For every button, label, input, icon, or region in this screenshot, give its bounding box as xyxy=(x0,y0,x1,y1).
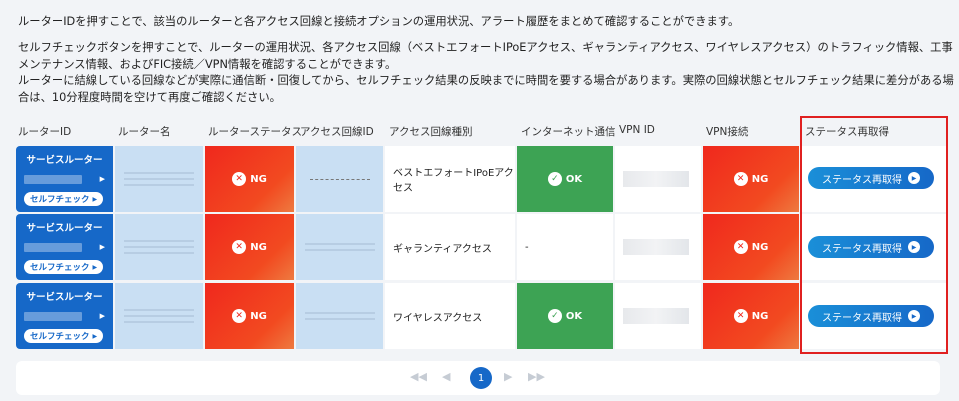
check-icon: ✓ xyxy=(547,172,562,186)
vpn-id-cell xyxy=(615,283,701,349)
access-line-type-cell: ベストエフォートIPoEアクセス xyxy=(385,146,515,212)
arrow-right-icon: ▶ xyxy=(99,312,105,320)
router-name-cell xyxy=(115,146,203,212)
masked-access-line-id xyxy=(304,312,375,320)
close-icon: ✕ xyxy=(232,309,247,323)
refresh-label: ステータス再取得 xyxy=(822,312,902,324)
page-current[interactable]: 1 xyxy=(470,367,492,389)
close-icon: ✕ xyxy=(232,240,247,254)
selfcheck-label: セルフチェック xyxy=(30,332,90,342)
selfcheck-button[interactable]: セルフチェック ▶ xyxy=(24,260,104,274)
status-text: NG xyxy=(751,310,769,322)
internet-status-badge: ✓ OK xyxy=(517,283,613,349)
header-router-name: ルーター名 xyxy=(118,126,171,138)
status-text: OK xyxy=(565,310,583,322)
status-refresh-button[interactable]: ステータス再取得 ▶ xyxy=(808,167,934,189)
vpn-connection-badge: ✕ NG xyxy=(703,283,799,349)
status-refresh-button[interactable]: ステータス再取得 ▶ xyxy=(808,236,934,258)
selfcheck-button[interactable]: セルフチェック ▶ xyxy=(24,192,104,206)
pagination: ◀◀ ◀ 1 ▶ ▶▶ xyxy=(16,361,940,395)
access-line-id-cell xyxy=(296,146,383,212)
play-icon: ▶ xyxy=(908,241,920,253)
description-line: ルーターIDを押すことで、該当のルーターと各アクセス回線と接続オプションの運用状… xyxy=(18,15,740,28)
description-line: セルフチェックボタンを押すことで、ルーターの運用状況、各アクセス回線（ベストエフ… xyxy=(18,41,953,54)
access-line-id-cell xyxy=(296,214,383,280)
selfcheck-label: セルフチェック xyxy=(30,195,90,205)
vpn-id-cell xyxy=(615,146,701,212)
internet-status-badge: ✓ OK xyxy=(517,146,613,212)
masked-vpn-id xyxy=(623,308,689,324)
masked-access-line-id xyxy=(304,243,375,251)
close-icon: ✕ xyxy=(733,172,748,186)
play-icon: ▶ xyxy=(92,263,98,271)
masked-router-id xyxy=(24,242,82,252)
router-id-cell[interactable]: サービスルーター ▶ セルフチェック ▶ xyxy=(16,146,113,212)
status-text: NG xyxy=(250,310,267,322)
check-icon: ✓ xyxy=(547,309,562,323)
access-line-id-cell xyxy=(296,283,383,349)
router-title: サービスルーター xyxy=(26,155,103,166)
router-id-cell[interactable]: サービスルーター ▶ セルフチェック ▶ xyxy=(16,214,113,280)
status-text: NG xyxy=(751,173,769,185)
access-line-type-cell: ワイヤレスアクセス xyxy=(385,283,515,349)
close-icon: ✕ xyxy=(733,240,748,254)
masked-vpn-id xyxy=(623,171,689,187)
play-icon: ▶ xyxy=(92,195,98,203)
play-icon: ▶ xyxy=(92,332,98,340)
refresh-label: ステータス再取得 xyxy=(822,243,902,255)
status-text: NG xyxy=(250,241,267,253)
status-text: NG xyxy=(751,241,769,253)
masked-vpn-id xyxy=(623,239,689,255)
double-left-icon[interactable]: ◀◀ xyxy=(410,370,427,383)
play-icon: ▶ xyxy=(908,310,920,322)
refresh-label: ステータス再取得 xyxy=(822,174,902,186)
double-right-icon[interactable]: ▶▶ xyxy=(528,370,545,383)
close-icon: ✕ xyxy=(232,172,247,186)
masked-router-name xyxy=(124,240,194,254)
status-refresh-button[interactable]: ステータス再取得 ▶ xyxy=(808,305,934,327)
header-internet: インターネット通信 xyxy=(521,126,616,138)
router-title: サービスルーター xyxy=(26,223,103,234)
vpn-connection-badge: ✕ NG xyxy=(703,214,799,280)
router-title: サービスルーター xyxy=(26,292,103,303)
description-line: ルーターに結線している回線などが実際に通信断・回復してから、セルフチェック結果の… xyxy=(18,74,954,87)
masked-access-line-id xyxy=(309,178,370,180)
router-status-badge: ✕ NG xyxy=(205,214,294,280)
header-router-status: ルーターステータス xyxy=(208,126,302,138)
vpn-connection-badge: ✕ NG xyxy=(703,146,799,212)
masked-router-name xyxy=(124,309,194,323)
header-vpn-connection: VPN接続 xyxy=(706,126,749,138)
header-router-id: ルーターID xyxy=(18,126,72,138)
masked-router-id xyxy=(24,174,82,184)
arrow-right-icon: ▶ xyxy=(99,175,105,183)
vpn-id-cell xyxy=(615,214,701,280)
right-icon[interactable]: ▶ xyxy=(504,370,512,383)
router-name-cell xyxy=(115,283,203,349)
description-line: メンテナンス情報、およびFIC接続／VPN情報を確認することができます。 xyxy=(18,58,397,71)
router-status-badge: ✕ NG xyxy=(205,146,294,212)
internet-status-cell: - xyxy=(517,214,613,280)
header-access-line-id: アクセス回線ID xyxy=(300,126,374,138)
left-icon[interactable]: ◀ xyxy=(442,370,450,383)
masked-router-id xyxy=(24,311,82,321)
masked-router-name xyxy=(124,172,194,186)
header-access-line-type: アクセス回線種別 xyxy=(389,126,473,138)
close-icon: ✕ xyxy=(733,309,748,323)
arrow-right-icon: ▶ xyxy=(99,243,105,251)
selfcheck-button[interactable]: セルフチェック ▶ xyxy=(24,329,104,343)
router-name-cell xyxy=(115,214,203,280)
play-icon: ▶ xyxy=(908,172,920,184)
access-line-type-cell: ギャランティアクセス xyxy=(385,214,515,280)
router-id-cell[interactable]: サービスルーター ▶ セルフチェック ▶ xyxy=(16,283,113,349)
description-line: 合は、10分程度時間を空けて再度ご確認ください。 xyxy=(18,91,281,104)
selfcheck-label: セルフチェック xyxy=(30,263,90,273)
router-status-badge: ✕ NG xyxy=(205,283,294,349)
header-vpn-id: VPN ID xyxy=(619,124,655,136)
status-text: OK xyxy=(565,173,583,185)
status-text: NG xyxy=(250,173,267,185)
